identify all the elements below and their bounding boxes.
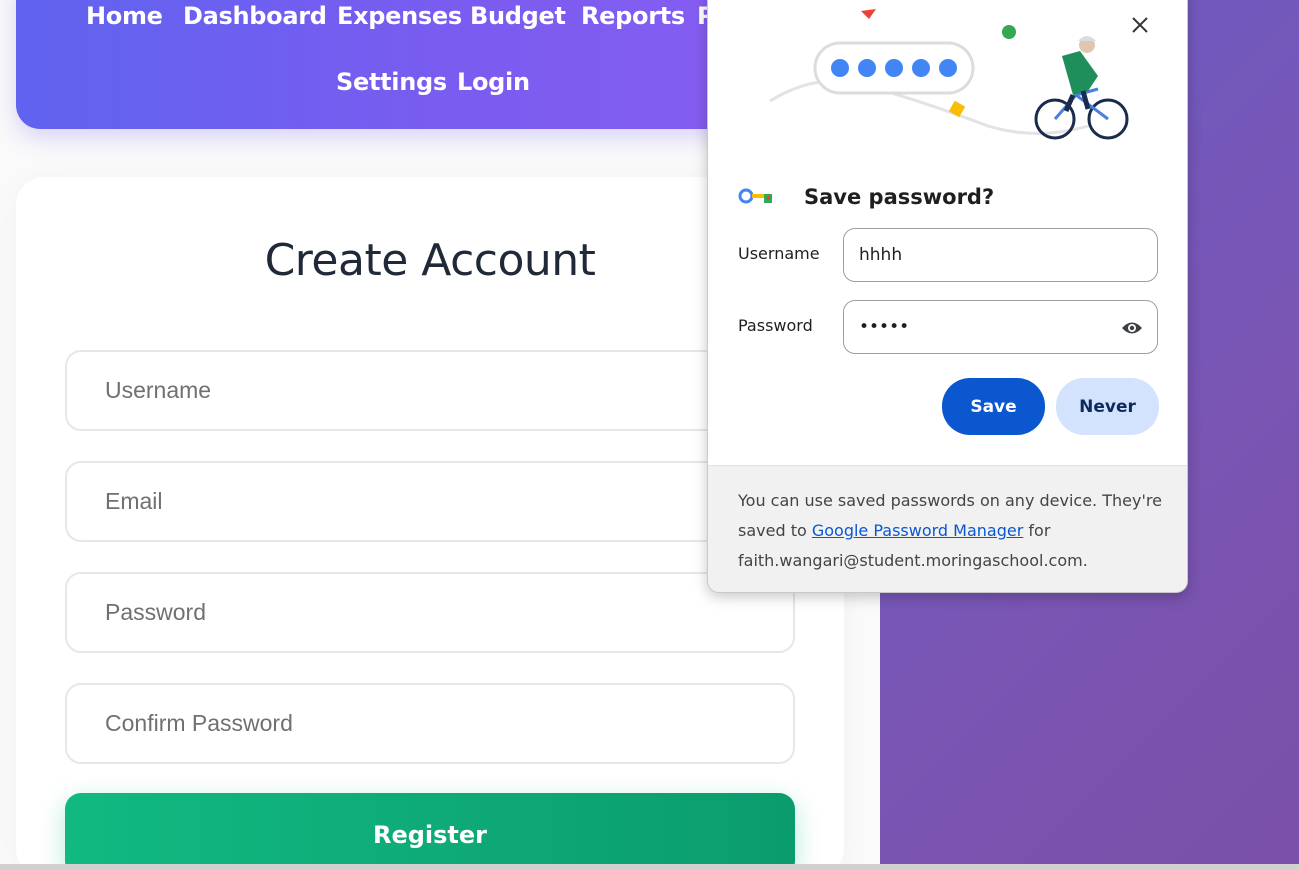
dialog-footer: You can use saved passwords on any devic… — [708, 465, 1187, 592]
password-input[interactable] — [65, 572, 795, 653]
nav-link-settings[interactable]: Settings — [336, 68, 447, 96]
key-icon — [738, 188, 772, 204]
dialog-title: Save password? — [804, 185, 995, 209]
save-password-dialog: Save password? Username Password Save Ne… — [707, 0, 1188, 593]
nav-link-expenses[interactable]: Expenses — [337, 2, 462, 30]
confirm-password-input[interactable] — [65, 683, 795, 764]
email-input[interactable] — [65, 461, 795, 542]
window-bottom-edge — [0, 864, 1299, 870]
never-button[interactable]: Never — [1056, 378, 1159, 435]
footer-text: You can use saved passwords on any devic… — [738, 486, 1168, 576]
cyclist-illustration — [769, 9, 1129, 140]
password-label: Password — [738, 316, 813, 335]
saved-username-field[interactable] — [843, 228, 1158, 282]
nav-link-dashboard[interactable]: Dashboard — [183, 2, 327, 30]
eye-icon — [1122, 322, 1142, 334]
save-button[interactable]: Save — [942, 378, 1045, 435]
register-button[interactable]: Register — [65, 793, 795, 870]
nav-link-reports[interactable]: Reports — [581, 2, 685, 30]
close-icon — [1132, 17, 1148, 33]
password-manager-link[interactable]: Google Password Manager — [812, 521, 1023, 540]
nav-link-login[interactable]: Login — [457, 68, 530, 96]
username-input[interactable] — [65, 350, 795, 431]
nav-link-home[interactable]: Home — [86, 2, 163, 30]
nav-link-budget[interactable]: Budget — [470, 2, 566, 30]
saved-password-field[interactable] — [843, 300, 1158, 354]
username-label: Username — [738, 244, 820, 263]
show-password-button[interactable] — [1120, 316, 1144, 340]
close-button[interactable] — [1126, 11, 1154, 39]
